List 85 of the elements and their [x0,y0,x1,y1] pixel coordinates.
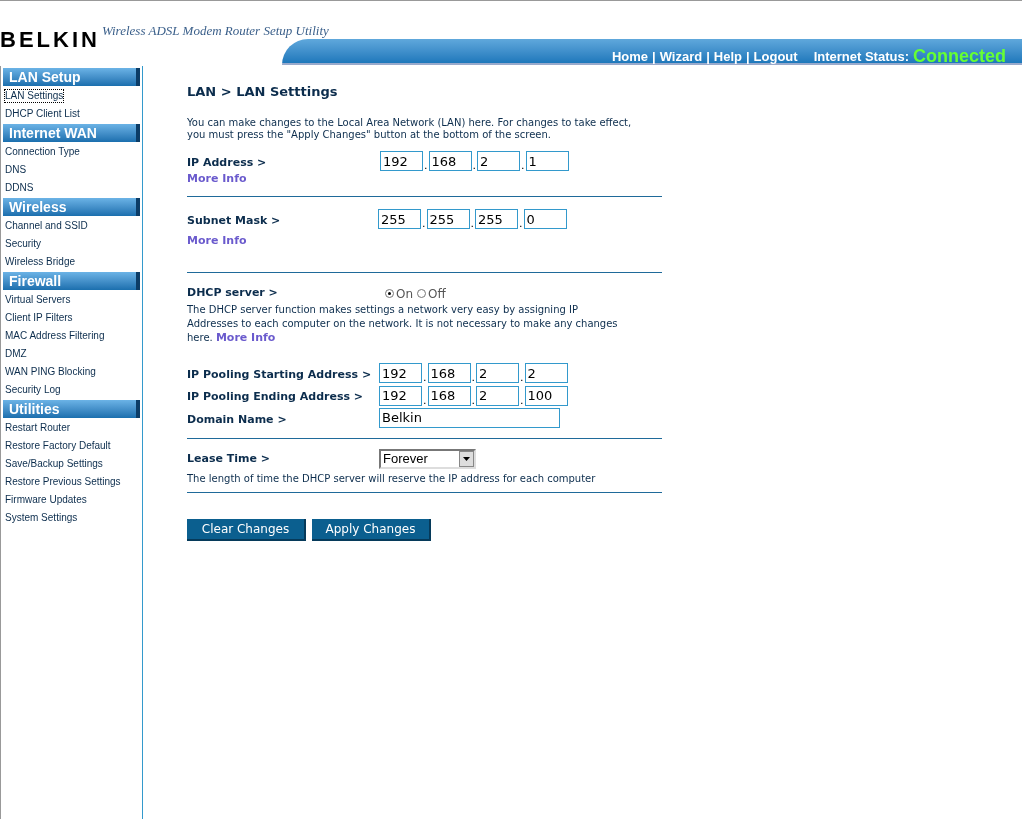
sidebar-link[interactable]: Restore Factory Default [5,440,111,452]
sidebar-link[interactable]: DMZ [5,348,27,360]
lease-dropdown[interactable]: Forever [379,449,476,469]
logo: BELKIN [0,26,100,54]
field-label: DHCP server > [187,285,279,302]
dot-separator: . [469,218,475,229]
sidebar-link[interactable]: Firmware Updates [5,494,87,506]
octet-field[interactable]: 168 [427,363,471,383]
dot-separator: . [471,160,477,171]
sidebar-link[interactable]: Virtual Servers [5,294,71,306]
octet-field[interactable]: 192 [379,363,422,383]
dot-separator: . [520,160,526,171]
octet-field[interactable]: 2 [524,363,568,383]
section-header: Utilities [3,400,140,418]
dot-separator: . [519,394,525,406]
nav-link[interactable]: Help [713,46,742,67]
nav-link[interactable]: Home [611,46,648,67]
more-info-link[interactable]: More Info [187,233,247,250]
domain-field[interactable]: Belkin [379,407,560,428]
more-info-link[interactable]: More Info [187,171,247,188]
sidebar-link[interactable]: Client IP Filters [5,312,73,324]
sidebar-link[interactable]: Wireless Bridge [5,256,76,268]
sidebar-link[interactable]: System Settings [5,512,78,524]
dot-separator: . [519,372,525,383]
intro-text: You can make changes to the Local Area Network (LAN) here. For changes to take effect, you must press the "Apply Changes" button at the bottom of the screen. [187,116,633,141]
section-header: Wireless [3,198,140,216]
nav-link[interactable]: Wizard [659,46,703,67]
dot-separator: . [422,372,428,383]
octet-field[interactable]: 168 [428,151,472,171]
sidebar-link[interactable]: MAC Address Filtering [5,330,105,342]
dot-separator: . [470,394,476,406]
action-button[interactable]: Apply Changes [312,519,431,541]
octet-field[interactable]: 192 [380,151,423,171]
sidebar-link[interactable]: Security Log [5,384,61,396]
caret-icon [459,451,474,467]
sidebar-link[interactable]: Channel and SSID [5,220,88,232]
field-label: Lease Time > [187,450,271,467]
nav-link[interactable]: Logout [753,46,798,67]
sidebar-link[interactable]: LAN Settings [5,90,64,102]
sidebar-link[interactable]: Restart Router [5,422,71,434]
dot-separator: . [518,218,524,229]
section-header: LAN Setup [3,68,140,86]
field-label: Subnet Mask > [187,212,282,229]
sidebar-link[interactable]: Connection Type [5,146,80,158]
octet-field[interactable]: 2 [477,151,520,171]
more-info-link[interactable]: More Info [215,330,276,344]
octet-field[interactable]: 192 [379,385,422,406]
sidebar-link[interactable]: WAN PING Blocking [5,366,96,378]
dot-separator: . [423,160,429,171]
octet-field[interactable]: 0 [523,209,567,229]
radio-label: Off [428,285,446,303]
sidebar-link[interactable]: DHCP Client List [5,108,80,120]
section-header: Firewall [3,272,140,290]
nav-separator: | [706,47,710,66]
dot-separator: . [422,394,428,406]
dot-separator: . [421,218,427,229]
field-label: IP Pooling Starting Address > [187,366,373,383]
octet-field[interactable]: 100 [524,385,568,406]
nav-separator: | [745,47,750,66]
octet-field[interactable]: 255 [378,209,421,229]
octet-field[interactable]: 1 [525,151,569,171]
octet-field[interactable]: 168 [427,385,471,406]
field-label: IP Address > [187,154,268,171]
section-header: Internet WAN [3,124,140,142]
field-label: Domain Name > [187,411,288,428]
octet-field[interactable]: 2 [476,385,519,406]
dot-separator: . [470,372,476,383]
octet-field[interactable]: 255 [475,209,518,229]
sidebar-link[interactable]: Save/Backup Settings [5,458,103,470]
sidebar-link[interactable]: DDNS [5,182,34,194]
nav-separator: | [652,47,656,66]
action-button[interactable]: Clear Changes [187,519,306,541]
octet-field[interactable]: 2 [476,363,519,383]
lease-description: The length of time the DHCP server will reserve the IP address for each computer [187,472,597,486]
radio-label: On [396,285,414,303]
sidebar-link[interactable]: DNS [5,164,27,176]
sidebar-link[interactable]: Restore Previous Settings [5,476,121,488]
octet-field[interactable]: 255 [426,209,470,229]
status-label: Internet Status: [813,47,909,66]
page-title: LAN > LAN Setttings [187,83,339,101]
sidebar-link[interactable]: Security [5,238,42,250]
dhcp-description: The DHCP server function makes settings a network very easy by assigning IP Addresses to each computer on the network. It is not necessary to make any changes here. More Info [187,302,619,345]
status-value: Connected [913,45,1006,68]
field-label: IP Pooling Ending Address > [187,389,365,405]
tagline: Wireless ADSL Modem Router Setup Utility [101,22,329,40]
